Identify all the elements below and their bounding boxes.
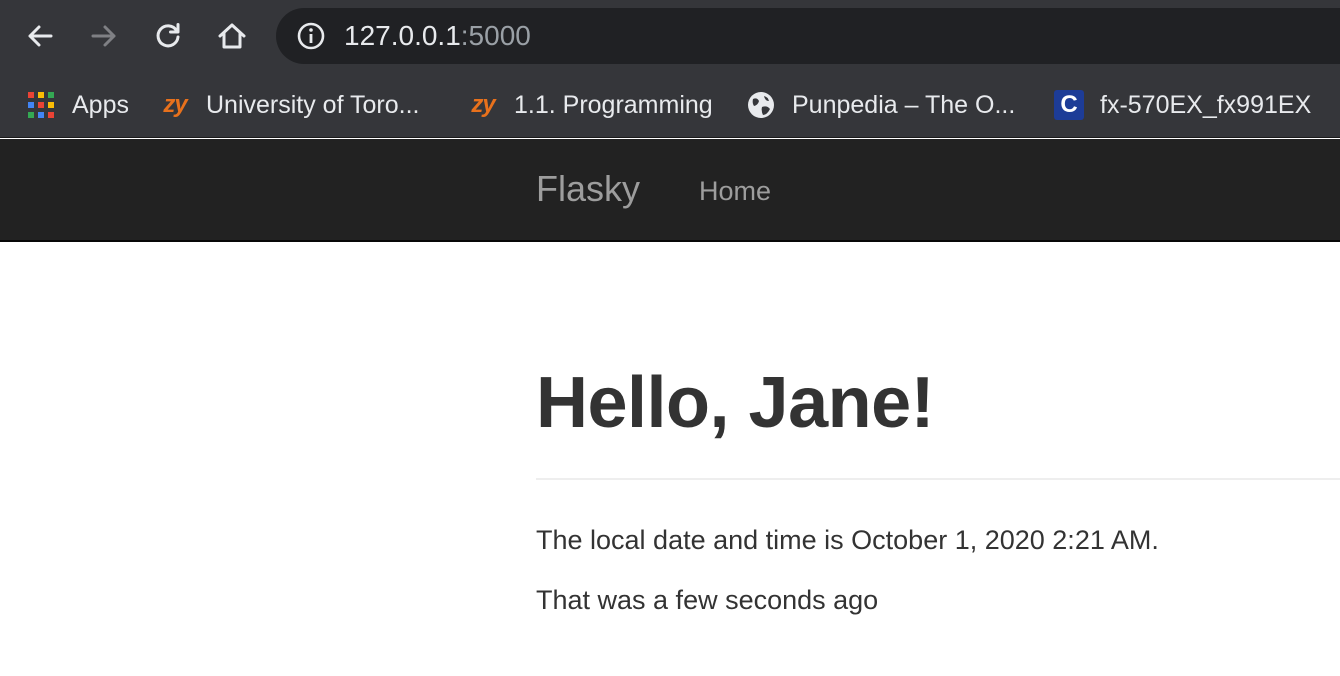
- bookmark-programming[interactable]: zy 1.1. Programming: [468, 88, 713, 122]
- url-port: :5000: [460, 20, 531, 51]
- site-navbar: Flasky Home: [0, 139, 1340, 242]
- apps-grid-icon: [26, 90, 56, 120]
- bookmark-casio[interactable]: C fx-570EX_fx991EX: [1054, 88, 1311, 122]
- datetime-text: The local date and time is October 1, 20…: [536, 525, 1159, 555]
- back-button[interactable]: [16, 12, 64, 60]
- casio-c-icon: C: [1054, 90, 1084, 120]
- bookmark-label: 1.1. Programming: [514, 90, 713, 119]
- zy-icon: zy: [471, 91, 495, 118]
- casio-icon-wrap: C: [1054, 90, 1084, 120]
- reload-icon: [156, 23, 180, 48]
- arrow-right-icon: [91, 25, 116, 47]
- brand-link[interactable]: Flasky: [536, 169, 640, 209]
- bookmark-label: Punpedia – The O...: [792, 90, 1016, 119]
- bookmark-label: Apps: [72, 90, 129, 119]
- bookmark-university[interactable]: zy University of Toro...: [160, 88, 420, 122]
- header-divider: [536, 478, 1340, 480]
- nav-home-link[interactable]: Home: [699, 175, 771, 207]
- zy-icon: zy: [163, 91, 187, 118]
- url-host: 127.0.0.1: [344, 20, 461, 51]
- info-icon[interactable]: [296, 21, 326, 51]
- bookmark-label: University of Toro...: [206, 90, 420, 119]
- url-text[interactable]: 127.0.0.1:5000: [344, 20, 531, 52]
- reload-button[interactable]: [144, 12, 192, 60]
- page-heading: Hello, Jane!: [536, 363, 935, 443]
- bookmarks-bar: Apps zy University of Toro... zy 1.1. Pr…: [0, 72, 1340, 138]
- arrow-left-icon: [28, 25, 53, 47]
- bookmark-label: fx-570EX_fx991EX: [1100, 90, 1312, 119]
- forward-button[interactable]: [80, 12, 128, 60]
- home-button[interactable]: [208, 12, 256, 60]
- relative-time-text: That was a few seconds ago: [536, 585, 879, 615]
- browser-toolbar: 127.0.0.1:5000: [0, 0, 1340, 72]
- bookmark-punpedia[interactable]: Punpedia – The O...: [746, 88, 1015, 122]
- address-bar[interactable]: 127.0.0.1:5000: [276, 8, 1340, 64]
- globe-icon: [746, 90, 776, 120]
- home-icon: [218, 23, 246, 49]
- bookmark-apps[interactable]: Apps: [26, 88, 129, 122]
